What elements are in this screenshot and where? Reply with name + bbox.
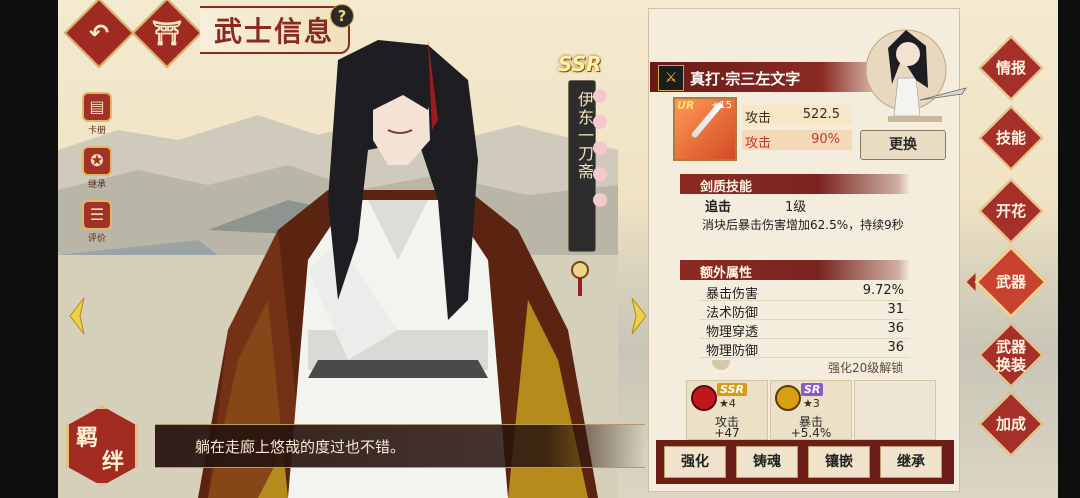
nav-weapon-skin[interactable]: 武器 换装 [981,338,1041,374]
sword-icon: ⚔ [658,65,684,91]
attr-label: 物理穿透 [706,325,759,340]
nav-bloom[interactable]: 开花 [981,202,1041,220]
petal-decoration [593,89,607,207]
attr-label: 暴击伤害 [706,287,759,302]
weapon-card[interactable]: UR +15 [673,97,737,161]
stat-label: 攻击 [745,136,772,151]
gem-orb-icon [691,385,717,411]
prev-character-arrow-icon[interactable] [66,296,90,336]
bell-charm-icon [571,261,589,296]
side-tool-inherit[interactable]: ✪ 继承 [80,146,114,190]
gem-stars: ★3 [803,397,820,410]
weapon-stat-row: 攻击 90% [742,130,852,151]
torii-home-icon: ⛩ [151,19,183,47]
chibi-portrait [865,29,967,122]
change-weapon-button[interactable]: 更换 [860,130,946,160]
inlay-button[interactable]: 镶嵌 [808,446,870,478]
kizuna-button[interactable]: 羁 绊 [66,406,138,486]
nav-skill[interactable]: 技能 [981,129,1041,147]
attr-label: 物理防御 [706,344,759,359]
section-title: 额外属性 [700,266,753,281]
help-icon[interactable]: ? [330,4,354,28]
gem-slot[interactable]: SSR ★4 攻击 +47 [686,380,768,440]
section-title: 剑质技能 [700,180,753,195]
stat-label: 攻击 [745,111,772,126]
star-emblem-icon: ✪ [82,146,112,176]
gem-stars: ★4 [719,397,736,410]
side-tool-label: 评价 [87,234,106,244]
enhance-button[interactable]: 强化 [664,446,726,478]
unlock-hint: 强化20级解锁 [828,361,904,375]
gem-orb-icon [775,385,801,411]
attr-label: 法术防御 [706,306,759,321]
inherit-button[interactable]: 继承 [880,446,942,478]
side-tool-label: 卡册 [87,126,106,136]
side-tool-card-album[interactable]: ▤ 卡册 [80,92,114,136]
attr-value: 9.72% [862,283,904,298]
page-title: 武士信息 [200,6,351,54]
attribute-row: 暴击伤害 9.72% [700,282,910,302]
kizuna-label-1: 羁 [76,425,99,451]
attribute-row: 物理穿透 36 [700,320,910,340]
gem-star-count: 4 [728,397,736,410]
attribute-row: 物理防御 36 [700,339,910,359]
next-character-arrow-icon[interactable] [626,296,650,336]
extra-section-header: 额外属性 [680,260,910,281]
attr-value: 31 [887,302,904,317]
attribute-row: 法术防御 31 [700,301,910,321]
skill-name: 追击 [705,200,732,215]
gem-star-count: 3 [812,397,820,410]
dialogue-text: 躺在走廊上悠哉的度过也不错。 [195,438,406,456]
gem-rank: SR [801,383,824,396]
weapon-name: 真打·宗三左文字 [690,70,801,88]
attr-value: 36 [887,340,904,355]
weapon-stat-row: 攻击 522.5 [742,105,852,126]
stat-value: 90% [811,132,840,147]
gem-slot-empty[interactable] [854,380,936,440]
side-tool-review[interactable]: ☰ 评价 [80,200,114,244]
gem-slot[interactable]: SR ★3 暴击 +5.4% [770,380,852,440]
nav-info[interactable]: 情报 [981,59,1041,77]
side-tool-label: 继承 [87,180,106,190]
back-arrow-icon: ↶ [88,19,110,47]
attr-value: 36 [887,321,904,336]
nav-label-line: 换装 [995,356,1026,374]
card-album-icon: ▤ [82,92,112,122]
skill-level: 1级 [785,200,807,215]
dialogue-box[interactable]: 躺在走廊上悠哉的度过也不错。 [155,424,645,468]
gem-rank: SSR [717,383,747,396]
nav-weapon[interactable]: 武器 [981,273,1041,291]
stat-value: 522.5 [802,107,840,122]
left-letterbox [0,0,58,498]
forge-soul-button[interactable]: 铸魂 [736,446,798,478]
nav-bonus[interactable]: 加成 [981,415,1041,433]
nav-label-line: 武器 [995,338,1026,356]
blade-icon [690,101,724,139]
review-icon: ☰ [82,200,112,230]
gem-value: +47 [714,426,740,440]
skill-section-header: 剑质技能 [680,174,910,195]
weapon-rarity: UR [677,99,695,112]
rarity-badge: SSR [558,52,602,76]
right-letterbox [1058,0,1080,498]
kizuna-label-2: 绊 [102,449,125,475]
skill-description: 消块后暴击伤害增加62.5%，持续9秒 [702,218,904,232]
gem-value: +5.4% [790,426,832,440]
